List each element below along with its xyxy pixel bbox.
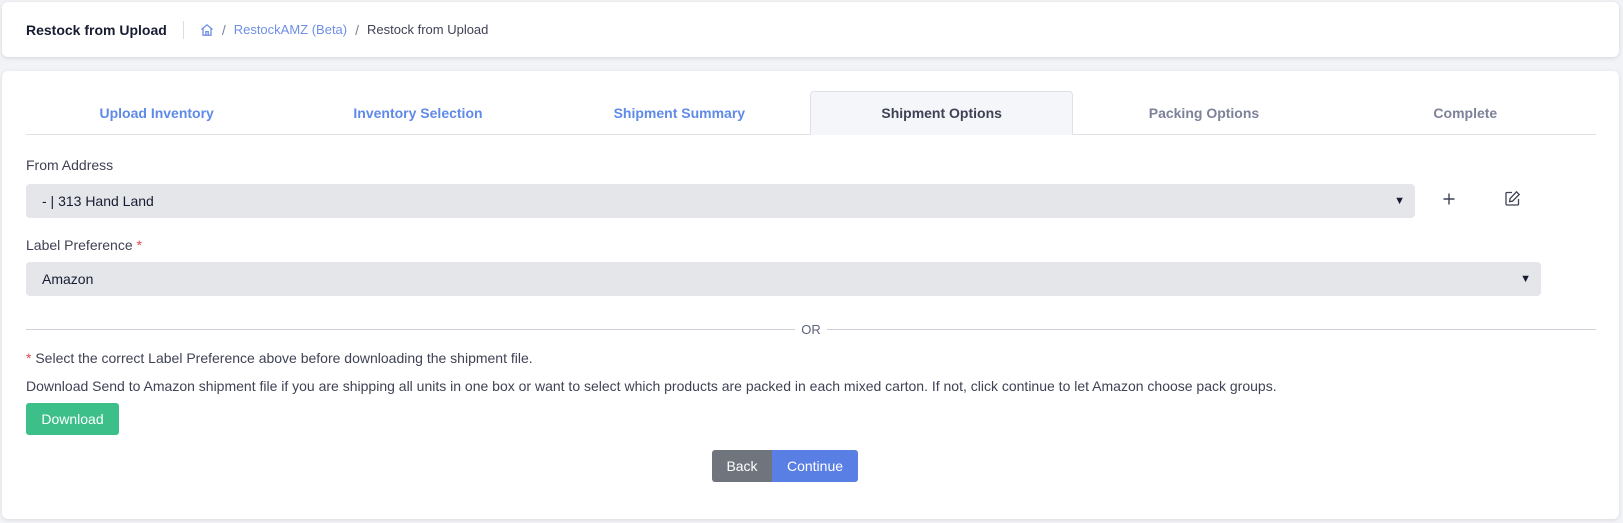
tab-shipment-options[interactable]: Shipment Options: [809, 91, 1074, 135]
breadcrumb-restockamz-link[interactable]: RestockAMZ (Beta): [234, 22, 347, 37]
required-note-text: Select the correct Label Preference abov…: [35, 350, 533, 366]
required-note: * Select the correct Label Preference ab…: [26, 350, 533, 366]
tab-inventory-selection[interactable]: Inventory Selection: [287, 91, 548, 134]
tab-packing-options[interactable]: Packing Options: [1073, 91, 1334, 134]
breadcrumb-separator: /: [221, 21, 226, 38]
wizard-tabs: Upload Inventory Inventory Selection Shi…: [26, 91, 1596, 135]
from-address-value: - | 313 Hand Land: [42, 193, 154, 209]
caret-down-icon: ▼: [1520, 273, 1531, 285]
breadcrumb-separator: /: [355, 21, 360, 38]
from-address-label: From Address: [26, 157, 114, 173]
restock-wizard-card: Upload Inventory Inventory Selection Shi…: [2, 71, 1619, 519]
required-marker: *: [26, 350, 32, 366]
label-preference-select[interactable]: Amazon ▼: [26, 262, 1541, 296]
page-header: Restock from Upload / RestockAMZ (Beta) …: [2, 2, 1619, 57]
tab-shipment-summary[interactable]: Shipment Summary: [549, 91, 810, 134]
page-title: Restock from Upload: [26, 21, 167, 38]
from-address-select[interactable]: - | 313 Hand Land ▼: [26, 184, 1415, 218]
plus-icon: [1442, 192, 1456, 211]
download-button[interactable]: Download: [26, 403, 119, 435]
or-text: OR: [801, 321, 821, 337]
breadcrumb: / RestockAMZ (Beta) / Restock from Uploa…: [200, 21, 489, 38]
edit-address-button[interactable]: [1498, 187, 1526, 215]
continue-button[interactable]: Continue: [772, 450, 858, 482]
caret-down-icon: ▼: [1394, 195, 1405, 207]
label-preference-text: Label Preference: [26, 237, 133, 253]
required-marker: *: [136, 237, 142, 253]
title-divider: [182, 20, 184, 39]
tab-complete[interactable]: Complete: [1335, 91, 1596, 134]
download-note: Download Send to Amazon shipment file if…: [26, 378, 1277, 394]
edit-icon: [1504, 190, 1521, 212]
or-divider: OR: [26, 321, 1596, 337]
breadcrumb-current: Restock from Upload: [367, 22, 489, 37]
add-address-button[interactable]: [1435, 187, 1463, 215]
tab-upload-inventory[interactable]: Upload Inventory: [26, 91, 287, 134]
back-button[interactable]: Back: [712, 450, 772, 482]
label-preference-value: Amazon: [42, 271, 94, 287]
home-icon[interactable]: [200, 23, 214, 37]
label-preference-label: Label Preference *: [26, 237, 142, 253]
